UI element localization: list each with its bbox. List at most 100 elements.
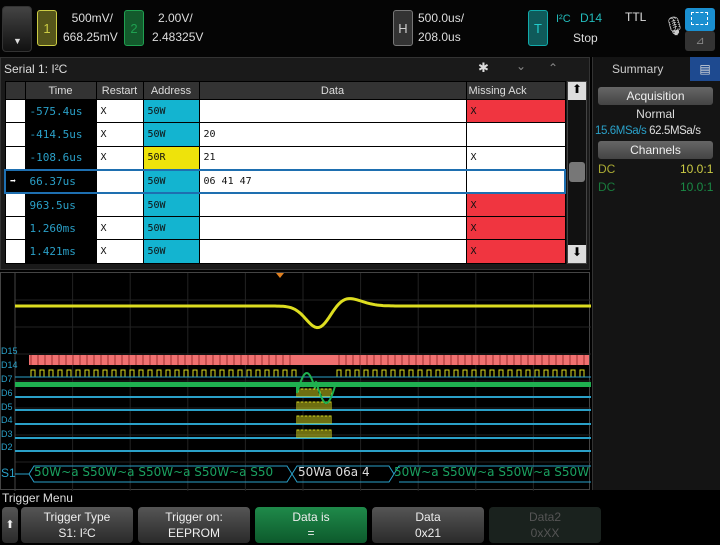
cell-missing-ack: X xyxy=(465,192,566,217)
digital-burst xyxy=(312,429,316,438)
table-row[interactable]: 963.5us 50W X xyxy=(4,192,566,217)
d14-pulse xyxy=(480,369,486,377)
horizontal-badge[interactable]: H xyxy=(393,10,413,46)
waveform-display[interactable] xyxy=(0,272,591,491)
collapse-down-icon[interactable]: ⌄ xyxy=(516,59,526,73)
col-data: Data xyxy=(198,81,467,100)
chevron-down-icon: ▼ xyxy=(13,36,22,46)
acq-mode: Normal xyxy=(636,107,675,121)
table-row[interactable]: ➡ 66.37us 50W 06 41 47 xyxy=(4,168,566,195)
trigger-badge[interactable]: T xyxy=(528,10,548,46)
ch2-coupling: DC xyxy=(598,180,616,194)
trigger-source: D14 xyxy=(580,11,603,25)
microphone-icon[interactable]: 🎙 xyxy=(663,16,686,37)
table-row[interactable]: -108.6us X 50R 21 X xyxy=(4,145,566,171)
bus-segment-3: 50W~a S50W~a S50W~a S50W xyxy=(394,465,589,479)
d14-pulse xyxy=(525,369,531,377)
channel2-settings[interactable]: 2.00V/2.48325V xyxy=(152,9,203,47)
d15-trace xyxy=(29,355,589,365)
d14-pulse xyxy=(516,369,522,377)
channel-label: D15 xyxy=(1,346,18,356)
d14-pulse xyxy=(255,369,261,377)
summary-sidebar xyxy=(592,57,720,490)
d14-pulse xyxy=(228,369,234,377)
digital-burst xyxy=(308,401,312,410)
touch-gesture-icon[interactable]: ⊿ xyxy=(685,31,715,51)
softkey-trigger-type[interactable]: Trigger Type S1: I²C xyxy=(21,507,133,543)
softkey-value: 0x21 xyxy=(414,526,442,540)
bus-label: S1 xyxy=(1,466,16,480)
channel-label: D14 xyxy=(1,360,18,370)
gear-icon[interactable]: ✱ xyxy=(478,60,489,76)
ch2-probe: 10.0:1 xyxy=(680,180,714,194)
digital-burst xyxy=(328,401,332,410)
softkey-data-is[interactable]: Data is = xyxy=(255,507,367,543)
d14-pulse xyxy=(174,369,180,377)
document-icon[interactable]: ▤ xyxy=(690,57,720,81)
zoom-box-icon[interactable] xyxy=(685,8,715,31)
col-time: Time xyxy=(24,81,97,100)
sample-rate-2: 62.5MSa/s xyxy=(649,125,701,137)
d14-pulse xyxy=(210,369,216,377)
softkey-data2[interactable]: Data2 0xXX xyxy=(489,507,601,543)
table-row[interactable]: 1.421ms X 50W X xyxy=(4,239,566,264)
digital-burst xyxy=(304,415,308,424)
cell-missing-ack: X xyxy=(465,215,566,241)
d14-pulse xyxy=(354,369,360,377)
cell-data: 06 41 47 xyxy=(198,168,467,195)
row-marker xyxy=(4,192,26,217)
scroll-down-icon[interactable]: ⬇ xyxy=(568,245,586,263)
d14-pulse xyxy=(489,369,495,377)
trigger-settings[interactable]: I²C D14 Stop xyxy=(556,9,631,48)
decode-table: Time Restart Address Data Missing Ack -5… xyxy=(4,81,566,264)
acquisition-button[interactable]: Acquisition xyxy=(598,87,713,105)
softkey-value: = xyxy=(307,526,315,540)
channel2-badge[interactable]: 2 xyxy=(124,10,144,46)
d14-pulse xyxy=(345,369,351,377)
softkey-label: Data2 xyxy=(528,510,562,524)
cell-missing-ack: X xyxy=(465,239,566,264)
table-scrollbar[interactable]: ⬆ ⬇ xyxy=(567,81,587,264)
softkey-data[interactable]: Data 0x21 xyxy=(372,507,484,543)
d14-pulse xyxy=(372,369,378,377)
row-marker xyxy=(4,122,26,147)
col-missing-ack: Missing Ack xyxy=(465,81,566,100)
d7-trace xyxy=(15,382,591,387)
d14-pulse xyxy=(138,369,144,377)
expand-up-icon[interactable]: ⌃ xyxy=(548,61,558,75)
channels-button[interactable]: Channels xyxy=(598,141,713,159)
table-row[interactable]: 1.260ms X 50W X xyxy=(4,215,566,241)
d14-pulse xyxy=(165,369,171,377)
menu-up-icon[interactable]: ⬆ xyxy=(2,507,18,543)
cell-address: 50W xyxy=(142,122,200,147)
table-row[interactable]: -575.4us X 50W X xyxy=(4,98,566,124)
cell-address: 50R xyxy=(142,145,200,171)
horizontal-settings[interactable]: 500.0us/208.0us xyxy=(418,9,464,47)
trigger-marker xyxy=(276,273,284,278)
digital-burst xyxy=(296,401,300,410)
trigger-menu-title: Trigger Menu xyxy=(2,491,73,505)
tab-summary[interactable]: Summary xyxy=(612,62,663,76)
digital-burst xyxy=(316,401,320,410)
softkey-label: Data xyxy=(415,510,441,524)
scroll-up-icon[interactable]: ⬆ xyxy=(568,82,586,100)
cell-address: 50W xyxy=(142,239,200,264)
digital-burst xyxy=(316,429,320,438)
channel1-badge[interactable]: 1 xyxy=(37,10,57,46)
cell-data xyxy=(198,98,467,124)
d14-pulse xyxy=(264,369,270,377)
d14-pulse xyxy=(444,369,450,377)
digital-burst xyxy=(308,415,312,424)
row-marker xyxy=(4,98,26,124)
table-row[interactable]: -414.5us X 50W 20 xyxy=(4,122,566,147)
d14-pulse xyxy=(156,369,162,377)
d14-pulse xyxy=(462,369,468,377)
softkey-trigger-on[interactable]: Trigger on: EEPROM xyxy=(138,507,250,543)
cell-data xyxy=(198,192,467,217)
scroll-thumb[interactable] xyxy=(569,162,585,182)
channel1-settings[interactable]: 500mV/668.25mV xyxy=(63,9,118,47)
cell-missing-ack: X xyxy=(465,145,566,171)
ch2-offset: 2.48325V xyxy=(152,30,204,44)
main-menu-button[interactable]: ▼ xyxy=(2,6,32,52)
digital-burst xyxy=(296,429,300,438)
